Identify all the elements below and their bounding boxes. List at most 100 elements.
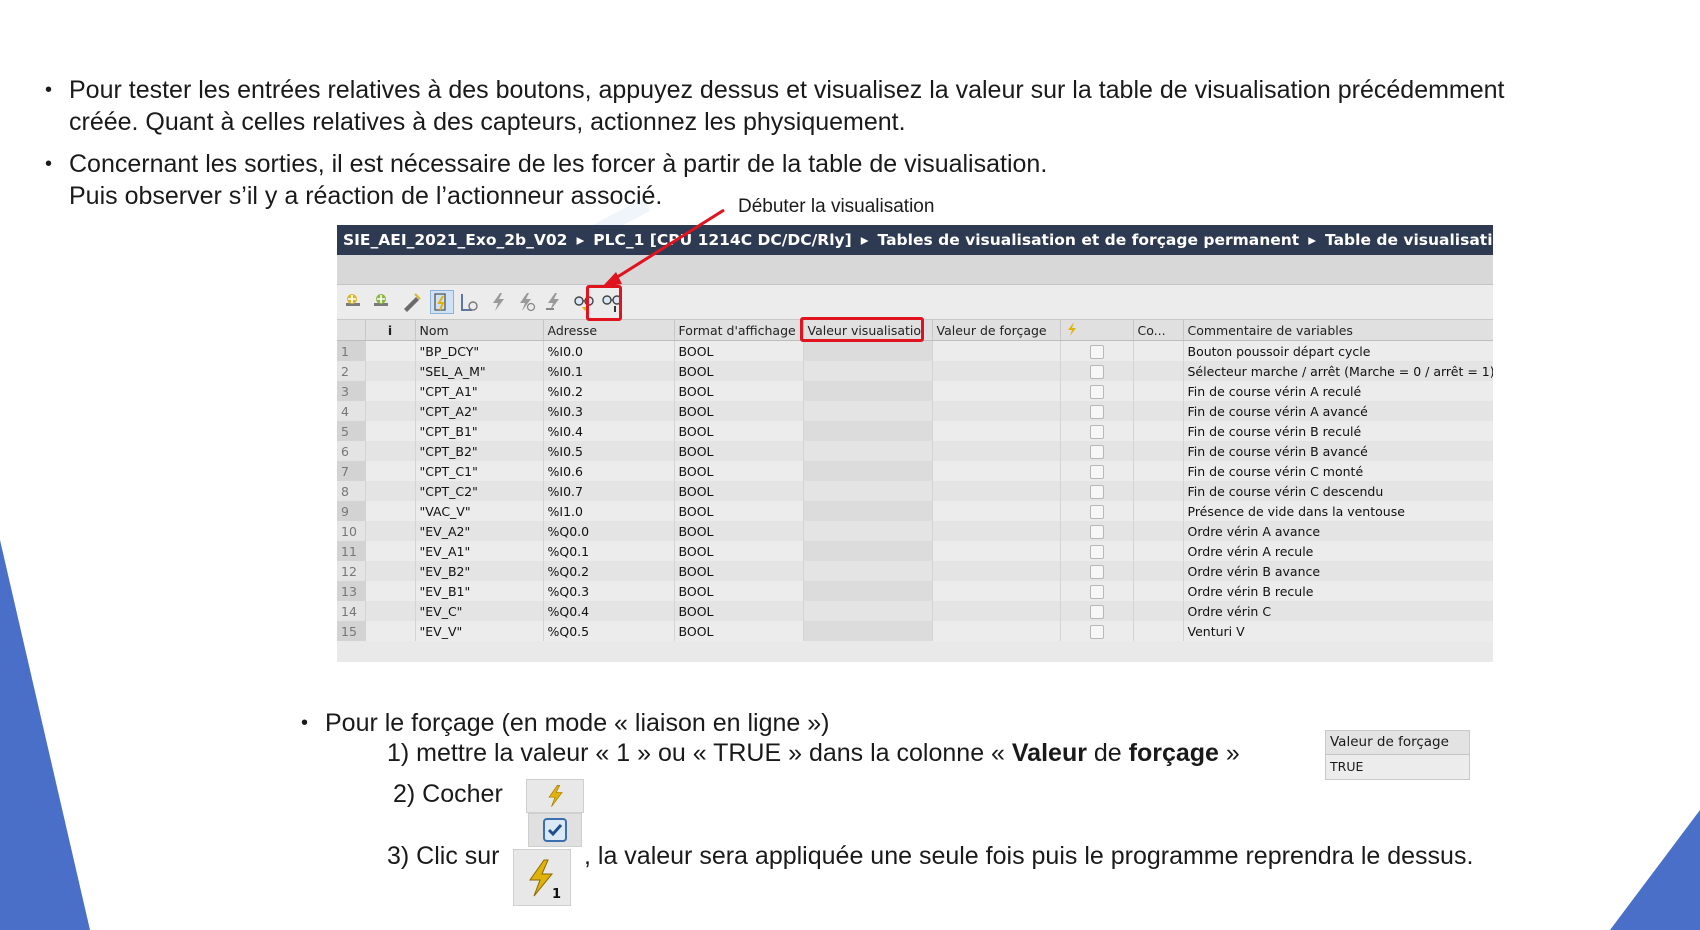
table-row[interactable]: 1 "BP_DCY" %I0.0 BOOL Bouton poussoir départ… (337, 340, 1493, 361)
row-comment[interactable]: Fin de course vérin B reculé (1183, 421, 1493, 441)
row-info[interactable] (365, 581, 416, 601)
row-name[interactable]: "CPT_A1" (415, 381, 544, 401)
table-row[interactable]: 2 "SEL_A_M" %I0.1 BOOL Sélecteur marche / ar… (337, 361, 1493, 381)
row-info[interactable] (365, 441, 416, 461)
row-comment[interactable]: Fin de course vérin A avancé (1183, 401, 1493, 421)
force-setting-icon[interactable] (543, 291, 565, 313)
row-info[interactable] (365, 361, 416, 381)
insert-row-icon[interactable] (343, 291, 365, 313)
row-force-value[interactable] (932, 501, 1061, 521)
breadcrumb-folder[interactable]: Tables de visualisation et de forçage pe… (878, 231, 1300, 249)
row-index[interactable]: 1 (337, 340, 366, 361)
row-comment-short[interactable] (1133, 561, 1184, 581)
table-row[interactable]: 7 "CPT_C1" %I0.6 BOOL Fin de course vérin C … (337, 461, 1493, 481)
row-comment[interactable]: Ordre vérin B avance (1183, 561, 1493, 581)
row-format[interactable]: BOOL (674, 561, 804, 581)
row-comment-short[interactable] (1133, 501, 1184, 521)
row-format[interactable]: BOOL (674, 601, 804, 621)
row-monitor-value[interactable] (803, 561, 933, 581)
row-address[interactable]: %I0.4 (543, 421, 675, 441)
force-checkbox[interactable] (1089, 404, 1104, 419)
row-force-checkbox[interactable] (1060, 581, 1134, 601)
row-force-checkbox[interactable] (1060, 621, 1134, 641)
row-force-checkbox[interactable] (1060, 481, 1134, 501)
force-checkbox[interactable] (1089, 544, 1104, 559)
breadcrumb-table[interactable]: Table de visualisation_1 (1325, 231, 1493, 249)
force-checkbox[interactable] (1089, 624, 1104, 639)
row-index[interactable]: 2 (337, 361, 366, 381)
row-comment[interactable]: Présence de vide dans la ventouse (1183, 501, 1493, 521)
force-all-icon[interactable] (515, 291, 537, 313)
row-info[interactable] (365, 621, 416, 641)
row-address[interactable]: %I0.7 (543, 481, 675, 501)
row-monitor-value[interactable] (803, 401, 933, 421)
row-comment[interactable]: Fin de course vérin C monté (1183, 461, 1493, 481)
row-force-checkbox[interactable] (1060, 501, 1134, 521)
row-force-value[interactable] (932, 381, 1061, 401)
row-comment[interactable]: Ordre vérin A avance (1183, 521, 1493, 541)
row-comment[interactable]: Venturi V (1183, 621, 1493, 641)
row-name[interactable]: "SEL_A_M" (415, 361, 544, 381)
row-force-checkbox[interactable] (1060, 521, 1134, 541)
breadcrumb-plc[interactable]: PLC_1 [CPU 1214C DC/DC/Rly] (593, 231, 852, 249)
row-force-value[interactable] (932, 601, 1061, 621)
row-force-value[interactable] (932, 481, 1061, 501)
row-monitor-value[interactable] (803, 481, 933, 501)
row-monitor-value[interactable] (803, 621, 933, 641)
row-address[interactable]: %I0.2 (543, 381, 675, 401)
row-name[interactable]: "VAC_V" (415, 501, 544, 521)
row-index[interactable]: 15 (337, 621, 366, 641)
row-force-checkbox[interactable] (1060, 401, 1134, 421)
force-checkbox[interactable] (1089, 424, 1104, 439)
row-force-checkbox[interactable] (1060, 441, 1134, 461)
row-format[interactable]: BOOL (674, 541, 804, 561)
row-force-value[interactable] (932, 340, 1061, 361)
breadcrumb-project[interactable]: SIE_AEI_2021_Exo_2b_V02 (343, 231, 567, 249)
row-force-value[interactable] (932, 461, 1061, 481)
row-comment-short[interactable] (1133, 340, 1184, 361)
row-format[interactable]: BOOL (674, 521, 804, 541)
row-address[interactable]: %Q0.3 (543, 581, 675, 601)
row-format[interactable]: BOOL (674, 421, 804, 441)
force-checkbox-example[interactable] (528, 813, 582, 847)
force-lightning-icon[interactable] (487, 291, 509, 313)
row-index[interactable]: 9 (337, 501, 366, 521)
row-name[interactable]: "EV_B1" (415, 581, 544, 601)
row-index[interactable]: 8 (337, 481, 366, 501)
row-info[interactable] (365, 521, 416, 541)
row-force-value[interactable] (932, 621, 1061, 641)
row-force-value[interactable] (932, 561, 1061, 581)
force-checkbox[interactable] (1089, 444, 1104, 459)
row-monitor-value[interactable] (803, 521, 933, 541)
row-info[interactable] (365, 461, 416, 481)
row-monitor-value[interactable] (803, 461, 933, 481)
row-index[interactable]: 11 (337, 541, 366, 561)
row-comment[interactable]: Sélecteur marche / arrêt (Marche = 0 / a… (1183, 361, 1493, 381)
row-comment-short[interactable] (1133, 581, 1184, 601)
row-index[interactable]: 6 (337, 441, 366, 461)
col-format[interactable]: Format d'affichage (674, 320, 804, 341)
row-name[interactable]: "CPT_A2" (415, 401, 544, 421)
row-info[interactable] (365, 340, 416, 361)
row-info[interactable] (365, 501, 416, 521)
table-row[interactable]: 12 "EV_B2" %Q0.2 BOOL Ordre vérin B avance (337, 561, 1493, 581)
row-comment[interactable]: Ordre vérin A recule (1183, 541, 1493, 561)
row-name[interactable]: "EV_B2" (415, 561, 544, 581)
row-format[interactable]: BOOL (674, 381, 804, 401)
row-format[interactable]: BOOL (674, 361, 804, 381)
row-info[interactable] (365, 401, 416, 421)
col-comment[interactable]: Commentaire de variables (1183, 320, 1493, 341)
row-address[interactable]: %I0.0 (543, 340, 675, 361)
table-row[interactable]: 13 "EV_B1" %Q0.3 BOOL Ordre vérin B recule (337, 581, 1493, 601)
row-comment-short[interactable] (1133, 521, 1184, 541)
force-checkbox[interactable] (1089, 384, 1104, 399)
row-address[interactable]: %Q0.1 (543, 541, 675, 561)
row-force-value[interactable] (932, 541, 1061, 561)
row-format[interactable]: BOOL (674, 340, 804, 361)
row-info[interactable] (365, 481, 416, 501)
col-force-flag[interactable] (1060, 320, 1134, 341)
row-format[interactable]: BOOL (674, 401, 804, 421)
row-address[interactable]: %Q0.2 (543, 561, 675, 581)
row-comment-short[interactable] (1133, 441, 1184, 461)
row-index[interactable]: 10 (337, 521, 366, 541)
